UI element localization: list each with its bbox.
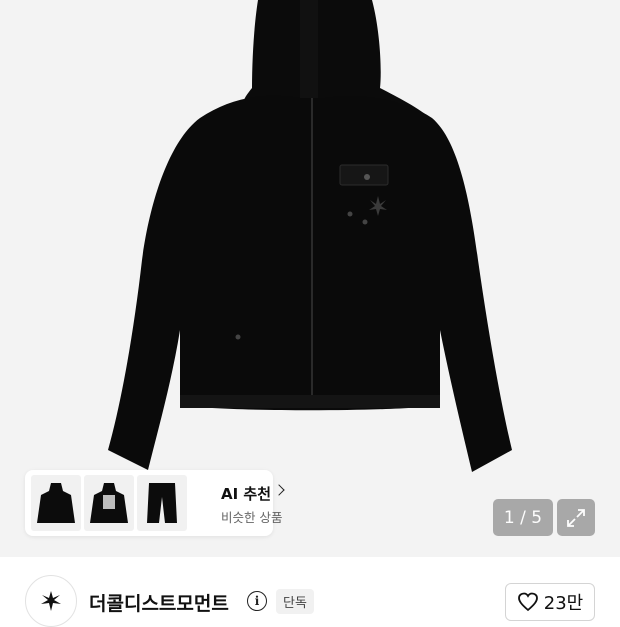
brand-name[interactable]: 더콜디스트모먼트 <box>89 589 229 616</box>
heart-icon <box>517 592 538 612</box>
hoodie-back-print-thumbnail <box>90 483 128 523</box>
expand-button[interactable] <box>557 499 595 536</box>
like-button[interactable]: 23만 <box>505 583 595 621</box>
recommend-thumbnail[interactable] <box>84 475 134 531</box>
brand-logo-icon <box>41 591 61 611</box>
info-icon[interactable]: i <box>247 591 267 611</box>
jogger-pants-thumbnail <box>147 483 177 523</box>
hoodie-front-thumbnail <box>37 483 75 523</box>
product-image-area[interactable]: AI 추천 비슷한 상품 1 / 5 <box>0 0 620 557</box>
ai-recommend-subtitle: 비슷한 상품 <box>221 510 283 525</box>
image-counter: 1 / 5 <box>493 499 553 536</box>
ai-recommend-title[interactable]: AI 추천 <box>221 483 271 504</box>
ai-recommend-card[interactable]: AI 추천 비슷한 상품 <box>25 470 285 536</box>
recommend-thumbnail[interactable] <box>31 475 81 531</box>
brand-logo[interactable] <box>25 575 77 627</box>
recommend-thumbnail[interactable] <box>137 475 187 531</box>
brand-bar: 더콜디스트모먼트 i 단독 23만 <box>0 557 620 627</box>
like-count: 23만 <box>543 593 584 614</box>
expand-icon <box>567 508 585 527</box>
exclusive-badge: 단독 <box>276 589 314 614</box>
